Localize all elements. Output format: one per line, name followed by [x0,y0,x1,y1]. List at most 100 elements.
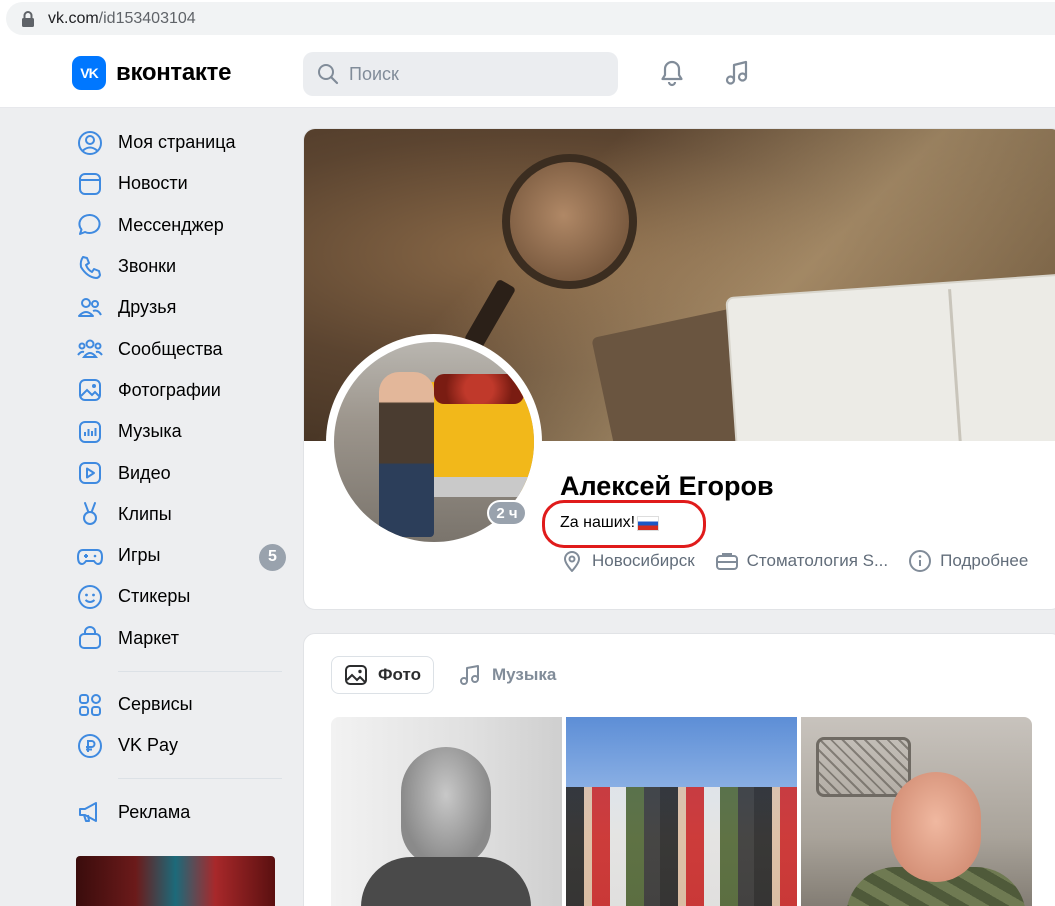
sidebar-item-video[interactable]: Видео [76,452,286,493]
smile-icon [78,584,102,609]
sidebar-item-friends[interactable]: Друзья [76,287,286,328]
sidebar-item-label: Клипы [118,503,172,524]
photo-luggage-rack [816,737,911,797]
url-field[interactable]: vk.com/id153403104 [6,2,1055,35]
photo-group-people [566,787,797,906]
sidebar-item-services[interactable]: Сервисы [76,684,286,725]
sidebar-item-label: Игры [118,545,161,566]
gamepad-icon [77,548,103,565]
sidebar-divider [118,778,282,780]
briefcase-icon [715,553,738,570]
sidebar-item-label: Фотографии [118,379,221,400]
sidebar-item-communities[interactable]: Сообщества [76,328,286,369]
sidebar-item-market[interactable]: Маркет [76,618,286,659]
photo-icon [79,379,101,402]
profile-city[interactable]: Новосибирск [560,549,695,573]
tab-photos[interactable]: Фото [331,656,434,694]
sidebar-item-label: Новости [118,173,188,194]
left-sidebar: Моя страница Новости Мессенджер Звонки Д… [76,122,286,833]
vk-logo-icon: VK [72,56,106,90]
tab-photos-label: Фото [378,665,421,684]
info-icon [909,550,932,572]
vkpay-icon [78,733,102,758]
sidebar-item-label: Реклама [118,801,191,822]
sidebar-item-my-page[interactable]: Моя страница [76,122,286,163]
services-icon [79,693,101,716]
sidebar-item-label: Музыка [118,421,182,442]
avatar-person [379,372,434,537]
search-input[interactable] [349,63,589,85]
location-pin-icon [564,551,580,572]
sidebar-item-label: VK Pay [118,735,179,756]
url-text: vk.com/id153403104 [48,10,196,28]
tab-music[interactable]: Музыка [446,656,568,694]
megaphone-icon [79,802,97,823]
browser-address-bar: vk.com/id153403104 [0,0,1055,38]
sidebar-item-label: Сервисы [118,694,193,714]
media-card: Фото Музыка [303,633,1055,906]
profile-work[interactable]: Стоматология S... [715,549,888,573]
cover-notebook [727,275,1055,441]
last-seen-badge: 2 ч [487,500,527,526]
profile-name: Алексей Егоров [560,471,774,501]
sidebar-item-photos[interactable]: Фотографии [76,370,286,411]
clips-icon [83,502,97,526]
photo-person-body [361,857,531,906]
profile-more-label: Подробнее [940,551,1029,570]
profile-more-button[interactable]: Подробнее [908,549,1028,573]
phone-icon [79,255,101,279]
sidebar-item-label: Мессенджер [118,214,224,235]
bag-icon [79,626,101,650]
sidebar-item-label: Моя страница [118,132,236,153]
newsfeed-icon [79,172,101,195]
sidebar-item-news[interactable]: Новости [76,163,286,204]
promo-image[interactable] [76,856,275,906]
sidebar-item-label: Маркет [118,627,179,648]
sidebar-item-label: Видео [118,462,171,483]
photo-icon [345,665,367,685]
status-highlight-annotation [542,500,706,548]
communities-icon [77,339,103,359]
profile-meta: Новосибирск Стоматология S... Подробнее [560,549,1048,573]
friends-icon [78,297,102,317]
sidebar-item-messenger[interactable]: Мессенджер [76,205,286,246]
user-circle-icon [78,130,102,155]
sidebar-item-vkpay[interactable]: VK Pay [76,725,286,766]
url-path: /id153403104 [98,10,196,27]
avatar-apples [434,374,524,404]
music-note-icon[interactable] [722,58,752,88]
sidebar-item-label: Звонки [118,256,177,277]
bell-icon[interactable] [657,58,687,88]
top-header: VK вконтакте [0,38,1055,108]
profile-header-card: 2 ч Алексей Егоров Za наших! Новосибирск… [303,128,1055,610]
sidebar-item-clips[interactable]: Клипы [76,494,286,535]
games-count-badge: 5 [259,543,286,571]
video-icon [79,462,101,485]
sidebar-item-label: Сообщества [118,338,223,359]
photo-person-head [401,747,491,867]
sidebar-divider [118,670,282,672]
photo-person-face [891,772,981,882]
sidebar-item-ads[interactable]: Реклама [76,791,286,832]
url-domain: vk.com [48,10,99,27]
photo-thumbnail[interactable] [566,717,797,906]
sidebar-item-label: Стикеры [118,586,191,607]
music-icon [79,420,101,443]
search-icon [318,64,339,85]
cover-magnifier [502,154,637,289]
sidebar-item-stickers[interactable]: Стикеры [76,576,286,617]
photo-thumbnail[interactable] [801,717,1032,906]
search-box[interactable] [303,52,618,96]
music-note-icon [460,665,479,685]
sidebar-item-games[interactable]: Игры 5 [76,535,286,576]
vk-logo[interactable]: VK вконтакте [72,56,231,90]
sidebar-item-label: Друзья [118,297,177,318]
sidebar-item-calls[interactable]: Звонки [76,246,286,287]
message-icon [78,214,101,236]
lock-icon [22,11,34,27]
profile-work-label: Стоматология S... [746,551,889,570]
tab-music-label: Музыка [492,665,557,684]
sidebar-item-music[interactable]: Музыка [76,411,286,452]
photo-thumbnail[interactable] [331,717,562,906]
profile-city-label: Новосибирск [592,551,695,570]
